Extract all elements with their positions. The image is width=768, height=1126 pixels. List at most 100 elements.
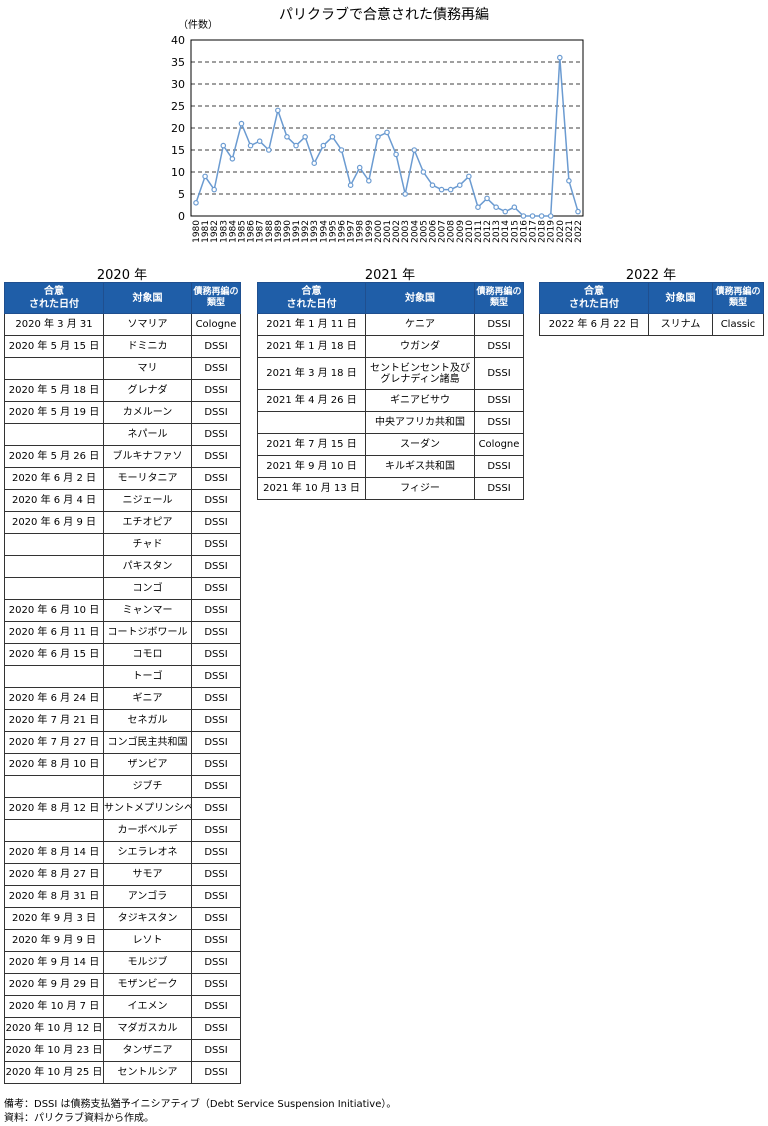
country-cell: モザンビーク: [103, 973, 192, 996]
type-cell: DSSI: [191, 555, 241, 578]
data-point: [293, 142, 299, 149]
data-point: [356, 164, 363, 171]
date-cell: [4, 555, 104, 578]
type-cell: DSSI: [191, 357, 241, 380]
data-point: [284, 134, 290, 140]
y-tick-label: 20: [171, 122, 185, 135]
country-cell: ザンビア: [103, 753, 192, 776]
data-point: [338, 147, 345, 153]
country-cell: グレナダ: [103, 379, 192, 402]
type-cell: DSSI: [191, 1061, 241, 1084]
country-cell: スーダン: [365, 433, 475, 456]
country-cell: ブルキナファソ: [103, 445, 192, 468]
country-cell: カーボベルデ: [103, 819, 192, 842]
table-2021: 合意 された日付 対象国 債務再編の 類型 2021 年 1 月 11 日ケニア DSSI 2…: [257, 282, 524, 500]
country-cell: 中央アフリカ共和国: [365, 411, 475, 434]
header-row: 合意 された日付 対象国 債務再編の 類型: [257, 282, 524, 314]
table-row: ネパール DSSI: [4, 423, 241, 446]
data-point: [411, 147, 418, 153]
type-cell: DSSI: [191, 863, 241, 886]
table-row: 2021 年 10 月 13 日フィジー DSSI: [257, 477, 524, 500]
table-row: 2021 年 9 月 10 日キルギス共和国 DSSI: [257, 455, 524, 478]
type-cell: DSSI: [474, 455, 524, 478]
table-row: 2020 年 6 月 10 日ミャンマー DSSI: [4, 599, 241, 622]
data-point: [493, 204, 499, 211]
y-tick-label: 5: [178, 188, 185, 201]
type-cell: DSSI: [191, 929, 241, 952]
y-tick-label: 10: [171, 166, 185, 179]
type-cell: DSSI: [474, 357, 524, 390]
table-row: 2020 年 10 月 25 日セントルシア DSSI: [4, 1061, 241, 1084]
country-cell: ソマリア: [103, 313, 192, 336]
data-point: [220, 142, 227, 149]
date-cell: 2020 年 7 月 21 日: [4, 709, 104, 732]
date-cell: 2020 年 10 月 7 日: [4, 995, 104, 1018]
data-point: [393, 151, 399, 158]
country-cell: パキスタン: [103, 555, 192, 578]
type-cell: DSSI: [474, 477, 524, 500]
y-tick-label: 30: [171, 78, 185, 91]
type-cell: DSSI: [191, 797, 241, 820]
type-cell: DSSI: [474, 389, 524, 412]
header-type: 債務再編の 類型: [712, 282, 764, 314]
date-cell: 2021 年 9 月 10 日: [257, 455, 366, 478]
date-cell: 2020 年 6 月 9 日: [4, 511, 104, 534]
table-row: 2020 年 10 月 12 日マダガスカル DSSI: [4, 1017, 241, 1040]
data-point: [256, 138, 263, 145]
country-cell: コンゴ民主共和国: [103, 731, 192, 754]
table-row: 2020 年 8 月 12 日サントメプリンシペ DSSI: [4, 797, 241, 820]
y-tick-label: 25: [171, 100, 185, 113]
type-cell: DSSI: [191, 401, 241, 424]
header-country: 対象国: [365, 282, 475, 314]
date-cell: 2020 年 9 月 29 日: [4, 973, 104, 996]
date-cell: [4, 819, 104, 842]
type-cell: DSSI: [191, 775, 241, 798]
country-cell: セントルシア: [103, 1061, 192, 1084]
header-date: 合意 された日付: [257, 282, 366, 314]
date-cell: [4, 775, 104, 798]
country-cell: コンゴ: [103, 577, 192, 600]
type-cell: DSSI: [191, 467, 241, 490]
table-row: 2020 年 6 月 24 日ギニア DSSI: [4, 687, 241, 710]
line-chart: 0510152025303540（件数）1980 1981 1982 1983 1984…: [171, 18, 584, 243]
table-row: 2020 年 10 月 7 日イエメン DSSI: [4, 995, 241, 1018]
data-point: [320, 142, 327, 149]
table-row: 2020 年 3 月 31 ソマリア Cologne: [4, 313, 241, 336]
table-row: 2022 年 6 月 22 日スリナム Classic: [539, 313, 764, 336]
data-point: [529, 213, 536, 219]
table-row: 2020 年 8 月 14 日シエラレオネ DSSI: [4, 841, 241, 864]
table-row: 2020 年 5 月 26 日ブルキナファソ DSSI: [4, 445, 241, 468]
table-row: カーボベルデ DSSI: [4, 819, 241, 842]
type-cell: Cologne: [191, 313, 241, 336]
table-row: 2020 年 9 月 29 日モザンビーク DSSI: [4, 973, 241, 996]
type-cell: DSSI: [191, 445, 241, 468]
table-row: 2020 年 7 月 21 日セネガル DSSI: [4, 709, 241, 732]
table-row: 2020 年 6 月 9 日エチオピア DSSI: [4, 511, 241, 534]
type-cell: DSSI: [191, 841, 241, 864]
country-cell: アンゴラ: [103, 885, 192, 908]
date-cell: [4, 577, 104, 600]
data-point: [420, 169, 427, 175]
table-2021-title: 2021 年: [364, 268, 416, 283]
date-cell: 2020 年 6 月 11 日: [4, 621, 104, 644]
type-cell: DSSI: [191, 1017, 241, 1040]
type-cell: DSSI: [191, 511, 241, 534]
date-cell: [4, 665, 104, 688]
data-point: [193, 200, 199, 206]
data-point: [438, 186, 445, 193]
date-cell: 2020 年 9 月 14 日: [4, 951, 104, 974]
type-cell: DSSI: [191, 951, 241, 974]
country-cell: タンザニア: [103, 1039, 192, 1062]
data-point: [302, 134, 308, 140]
data-point: [347, 182, 354, 189]
date-cell: 2020 年 7 月 27 日: [4, 731, 104, 754]
data-point: [265, 147, 272, 153]
type-cell: DSSI: [191, 709, 241, 732]
date-cell: [257, 411, 366, 434]
date-cell: 2020 年 6 月 10 日: [4, 599, 104, 622]
type-cell: DSSI: [191, 665, 241, 688]
country-cell: マダガスカル: [103, 1017, 192, 1040]
data-point: [211, 186, 217, 193]
type-cell: DSSI: [191, 599, 241, 622]
date-cell: 2021 年 10 月 13 日: [257, 477, 366, 500]
